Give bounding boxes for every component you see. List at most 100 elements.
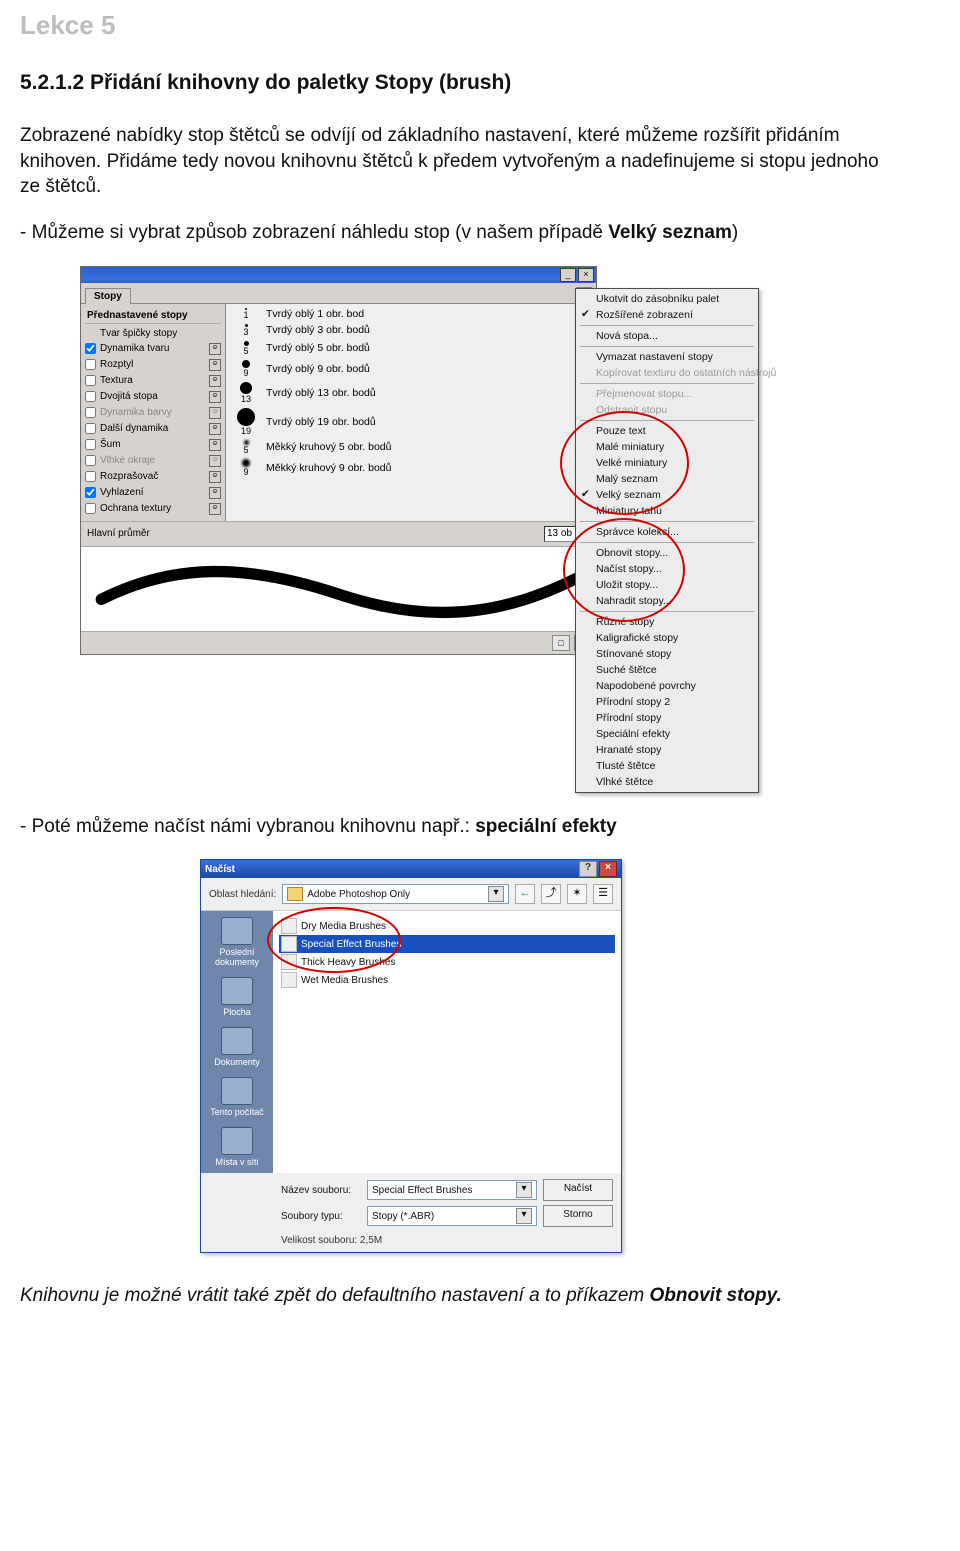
context-menu-item[interactable]: Stínované stopy (576, 646, 758, 662)
brush-label: Tvrdý oblý 13 obr. bodů (266, 387, 590, 399)
preset-header[interactable]: Přednastavené stopy (85, 308, 221, 324)
brush-list[interactable]: 1Tvrdý oblý 1 obr. bod3Tvrdý oblý 3 obr.… (226, 304, 596, 521)
places-item[interactable]: Poslední dokumenty (201, 917, 273, 967)
context-menu-item[interactable]: ✔Rozšířené zobrazení (576, 307, 758, 323)
context-menu-item[interactable]: Správce kolekcí... (576, 524, 758, 540)
context-menu-item[interactable]: Načíst stopy... (576, 561, 758, 577)
file-name: Thick Heavy Brushes (301, 957, 395, 968)
brush-item[interactable]: 13Tvrdý oblý 13 obr. bodů (226, 380, 596, 406)
preset-row[interactable]: Dvojitá stopa⎉ (85, 389, 221, 405)
places-item[interactable]: Místa v síti (215, 1127, 258, 1167)
preset-checkbox[interactable] (85, 423, 96, 434)
preset-row[interactable]: Tvar špičky stopy (85, 326, 221, 341)
brush-item[interactable]: 9Měkký kruhový 9 obr. bodů (226, 457, 596, 479)
context-menu-item[interactable]: Napodobené povrchy (576, 678, 758, 694)
brush-item[interactable]: 1Tvrdý oblý 1 obr. bod (226, 306, 596, 322)
brush-dot-icon (242, 360, 250, 368)
open-button[interactable]: Načíst (543, 1179, 613, 1201)
brush-item[interactable]: 5Tvrdý oblý 5 obr. bodů (226, 339, 596, 358)
context-menu-item[interactable]: Přírodní stopy (576, 710, 758, 726)
brush-swatch: 9 (232, 360, 260, 378)
preset-row[interactable]: Vyhlazení⎉ (85, 485, 221, 501)
preset-checkbox[interactable] (85, 407, 96, 418)
preset-checkbox[interactable] (85, 455, 96, 466)
file-name: Special Effect Brushes (301, 939, 401, 950)
chevron-down-icon: ▾ (516, 1182, 532, 1198)
context-menu-item[interactable]: Přírodní stopy 2 (576, 694, 758, 710)
context-menu-item[interactable]: Vlhké štětce (576, 774, 758, 790)
preset-checkbox[interactable] (85, 503, 96, 514)
context-menu-item[interactable]: Suché štětce (576, 662, 758, 678)
close-button[interactable]: × (578, 268, 594, 282)
places-item[interactable]: Tento počítač (210, 1077, 264, 1117)
preset-row[interactable]: Dynamika barvy⎉ (85, 405, 221, 421)
file-row[interactable]: Special Effect Brushes (279, 935, 615, 953)
close-button[interactable]: × (599, 861, 617, 877)
context-menu-item[interactable]: Hranaté stopy (576, 742, 758, 758)
file-name: Dry Media Brushes (301, 921, 386, 932)
context-menu-item[interactable]: Nahradit stopy... (576, 593, 758, 609)
filename-combo[interactable]: Special Effect Brushes ▾ (367, 1180, 537, 1200)
context-menu-item[interactable]: Pouze text (576, 423, 758, 439)
preset-checkbox[interactable] (85, 471, 96, 482)
p3-bold: speciální efekty (475, 816, 617, 837)
up-icon[interactable]: ⤴ (541, 884, 561, 904)
places-item[interactable]: Plocha (221, 977, 253, 1017)
context-menu-item[interactable]: Miniatury tahu (576, 503, 758, 519)
file-area[interactable]: Dry Media Brushes Special Effect Brushes T… (273, 911, 621, 1173)
brush-item[interactable]: 9Tvrdý oblý 9 obr. bodů (226, 358, 596, 380)
new-icon[interactable]: □ (552, 635, 570, 651)
context-menu-item[interactable]: Nová stopa... (576, 328, 758, 344)
preset-checkbox[interactable] (85, 343, 96, 354)
preset-row[interactable]: Textura⎉ (85, 373, 221, 389)
context-menu-item[interactable]: Ukotvit do zásobníku palet (576, 291, 758, 307)
tab-stopy[interactable]: Stopy (85, 288, 131, 304)
preset-checkbox[interactable] (85, 391, 96, 402)
brush-item[interactable]: 5Měkký kruhový 5 obr. bodů (226, 438, 596, 457)
file-row[interactable]: Dry Media Brushes (279, 917, 615, 935)
file-row[interactable]: Thick Heavy Brushes (279, 953, 615, 971)
file-row[interactable]: Wet Media Brushes (279, 971, 615, 989)
context-menu-item[interactable]: Obnovit stopy... (576, 545, 758, 561)
context-menu-item[interactable]: Malý seznam (576, 471, 758, 487)
context-menu-item[interactable]: Uložit stopy... (576, 577, 758, 593)
cancel-button[interactable]: Storno (543, 1205, 613, 1227)
lock-icon: ⎉ (209, 343, 221, 355)
preset-row[interactable]: Ochrana textury⎉ (85, 501, 221, 517)
preset-checkbox[interactable] (85, 487, 96, 498)
preset-checkbox[interactable] (85, 359, 96, 370)
preset-row[interactable]: Dynamika tvaru⎉ (85, 341, 221, 357)
preset-row[interactable]: Vlhké okraje⎉ (85, 453, 221, 469)
context-menu-item[interactable]: Tlusté štětce (576, 758, 758, 774)
filetype-combo[interactable]: Stopy (*.ABR) ▾ (367, 1206, 537, 1226)
preset-checkbox[interactable] (85, 375, 96, 386)
context-menu-item[interactable]: Velké miniatury (576, 455, 758, 471)
back-icon[interactable]: ← (515, 884, 535, 904)
preset-row[interactable]: Další dynamika⎉ (85, 421, 221, 437)
dialog-body: Poslední dokumenty Plocha Dokumenty Tento p… (201, 910, 621, 1173)
preset-row[interactable]: Rozptyl⎉ (85, 357, 221, 373)
context-menu-item[interactable]: Různé stopy (576, 614, 758, 630)
file-icon (281, 936, 297, 952)
views-icon[interactable]: ☰ (593, 884, 613, 904)
minimize-button[interactable]: _ (560, 268, 576, 282)
context-menu-item[interactable]: Malé miniatury (576, 439, 758, 455)
context-menu-label: Vlhké štětce (596, 776, 653, 788)
context-menu-label: Napodobené povrchy (596, 680, 696, 692)
new-folder-icon[interactable]: ✶ (567, 884, 587, 904)
places-item[interactable]: Dokumenty (214, 1027, 260, 1067)
context-menu-item[interactable]: Speciální efekty (576, 726, 758, 742)
context-menu-item[interactable]: ✔Velký seznam (576, 487, 758, 503)
main-diameter-label: Hlavní průměr (87, 528, 150, 539)
context-menu-item[interactable]: Kaligrafické stopy (576, 630, 758, 646)
brush-item[interactable]: 3Tvrdý oblý 3 obr. bodů (226, 322, 596, 339)
brush-item[interactable]: 19Tvrdý oblý 19 obr. bodů (226, 406, 596, 438)
context-menu-label: Pouze text (596, 425, 646, 437)
context-menu-item[interactable]: Vymazat nastavení stopy (576, 349, 758, 365)
preset-row[interactable]: Šum⎉ (85, 437, 221, 453)
preset-checkbox[interactable] (85, 439, 96, 450)
preset-row[interactable]: Rozprašovač⎉ (85, 469, 221, 485)
lookin-combo[interactable]: Adobe Photoshop Only ▾ (282, 884, 509, 904)
help-button[interactable]: ? (579, 861, 597, 877)
preset-label: Dvojitá stopa (100, 391, 158, 402)
